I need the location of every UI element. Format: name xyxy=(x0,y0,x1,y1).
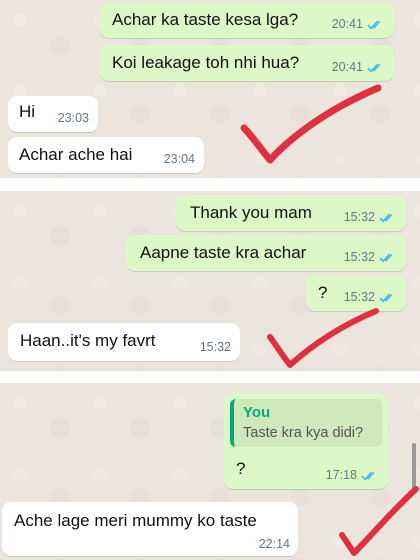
message-bubble-outgoing[interactable]: Achar ka taste kesa lga? 20:41 xyxy=(100,2,394,38)
message-meta: 23:03 xyxy=(58,111,89,125)
message-text: Haan..it's my favrt xyxy=(20,331,156,350)
message-text: ? xyxy=(318,283,328,302)
message-text: Achar ache hai xyxy=(19,145,133,164)
double-check-read-icon xyxy=(379,293,393,302)
message-bubble-incoming[interactable]: Achar ache hai 23:04 xyxy=(8,137,204,173)
message-time: 22:14 xyxy=(258,537,290,551)
double-check-read-icon xyxy=(367,20,381,29)
message-bubble-outgoing[interactable]: Koi leakage toh nhi hua? 20:41 xyxy=(100,45,394,81)
message-bubble-outgoing[interactable]: Thank you mam 15:32 xyxy=(176,195,406,231)
red-checkmark-annotation xyxy=(267,308,379,368)
message-meta: 20:41 xyxy=(332,60,384,74)
message-text: Aapne taste kra achar xyxy=(140,243,307,262)
message-meta: 15:32 xyxy=(344,290,396,304)
quote-text: Taste kra kya didi? xyxy=(243,425,364,441)
red-checkmark-annotation xyxy=(339,486,419,556)
message-meta: 22:14 xyxy=(259,537,290,551)
message-time: 15:32 xyxy=(343,250,375,264)
quoted-message[interactable]: You Taste kra kya didi? xyxy=(230,399,382,447)
message-text: Thank you mam xyxy=(190,203,312,222)
double-check-read-icon xyxy=(379,213,393,222)
message-bubble-outgoing[interactable]: Aapne taste kra achar 15:32 xyxy=(126,235,406,271)
double-check-read-icon xyxy=(367,63,381,72)
message-bubble-incoming[interactable]: Hi 23:03 xyxy=(8,96,98,132)
message-text: Hi xyxy=(19,102,36,121)
message-text: Ache lage meri mummy ko taste xyxy=(14,511,257,530)
message-meta: 17:18 xyxy=(326,468,378,482)
message-time: 15:32 xyxy=(199,340,231,354)
chat-screenshot-panel-1: Achar ka taste kesa lga? 20:41 Koi leaka… xyxy=(0,0,420,178)
message-meta: 20:41 xyxy=(332,17,384,31)
chat-screenshot-panel-2: Thank you mam 15:32 Aapne taste kra acha… xyxy=(0,191,420,371)
message-time: 20:41 xyxy=(331,60,363,74)
message-time: 15:32 xyxy=(343,290,375,304)
message-time: 23:04 xyxy=(163,152,195,166)
quote-author: You xyxy=(243,404,271,421)
reply-message-bubble[interactable]: You Taste kra kya didi? ? 17:18 xyxy=(224,393,388,489)
message-time: 15:32 xyxy=(343,210,375,224)
message-time: 17:18 xyxy=(325,468,357,482)
message-text: Achar ka taste kesa lga? xyxy=(112,10,299,29)
message-text: Koi leakage toh nhi hua? xyxy=(112,53,300,72)
message-meta: 15:32 xyxy=(200,340,231,354)
message-time: 20:41 xyxy=(331,17,363,31)
chat-screenshot-panel-3: You Taste kra kya didi? ? 17:18 Ache lag… xyxy=(0,383,420,560)
message-meta: 15:32 xyxy=(344,210,396,224)
message-bubble-incoming[interactable]: Ache lage meri mummy ko taste 22:14 xyxy=(2,502,298,556)
message-text: ? xyxy=(236,459,246,478)
double-check-read-icon xyxy=(379,253,393,262)
message-time: 23:03 xyxy=(57,111,89,125)
double-check-read-icon xyxy=(361,471,375,480)
message-meta: 15:32 xyxy=(344,250,396,264)
red-checkmark-annotation xyxy=(240,84,382,164)
message-bubble-incoming[interactable]: Haan..it's my favrt 15:32 xyxy=(8,323,240,361)
message-meta: 23:04 xyxy=(164,152,195,166)
